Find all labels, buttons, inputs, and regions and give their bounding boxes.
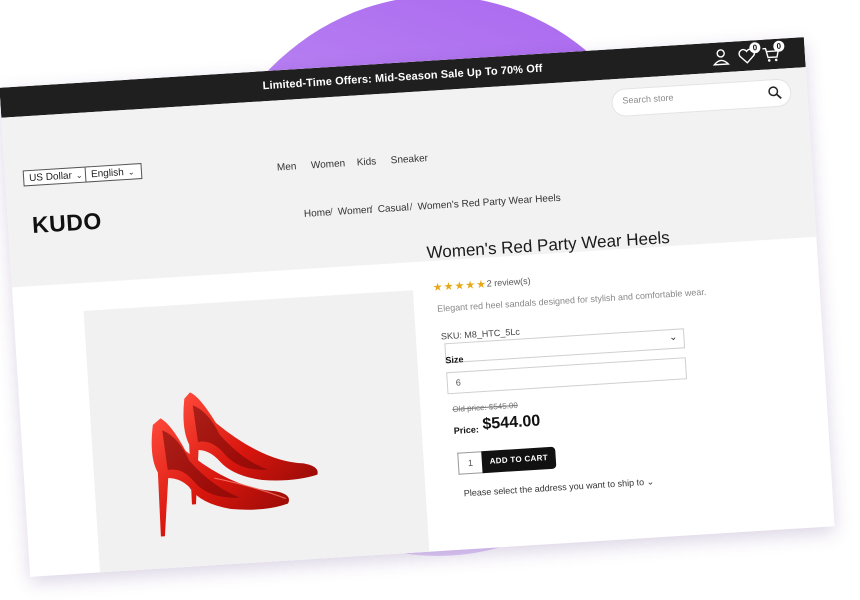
size-label: Size	[445, 354, 464, 366]
red-heels-image	[151, 392, 318, 537]
chevron-down-icon: ⌄	[75, 170, 83, 181]
add-to-cart-button[interactable]: ADD TO CART	[481, 446, 557, 474]
old-price: Old price: $545.00	[452, 400, 519, 414]
logo[interactable]: KUDO	[31, 208, 102, 239]
breadcrumb-separator: /	[329, 207, 334, 219]
chevron-down-icon: ⌄	[646, 476, 655, 487]
price-label: Price:	[453, 424, 480, 436]
breadcrumb-separator: /	[369, 204, 373, 216]
store-page-screenshot: Limited-Time Offers: Mid-Season Sale Up …	[0, 37, 835, 577]
quantity-input[interactable]: 1	[457, 451, 483, 475]
cart-icon[interactable]: 0	[760, 40, 785, 65]
ship-to-dropdown[interactable]: Please select the address you want to sh…	[463, 476, 654, 499]
breadcrumb-current: Women's Red Party Wear Heels	[417, 192, 562, 213]
breadcrumb-home[interactable]: Home	[304, 207, 331, 220]
ship-to-text: Please select the address you want to sh…	[463, 477, 645, 499]
breadcrumb-women[interactable]: Women	[338, 205, 373, 218]
search-input[interactable]: Search store	[610, 78, 793, 118]
language-select[interactable]: English ⌄	[84, 163, 142, 183]
breadcrumb-separator: /	[409, 202, 413, 214]
currency-value: US Dollar	[28, 170, 73, 185]
size-field[interactable]: 6	[446, 357, 688, 395]
chevron-down-icon: ⌄	[127, 167, 135, 177]
nav-item-kids[interactable]: Kids	[356, 156, 376, 168]
heart-icon[interactable]: 0	[736, 41, 761, 66]
reviews-link[interactable]: 2 review(s)	[486, 276, 531, 289]
search-placeholder: Search store	[622, 92, 674, 106]
rating-stars: ★★★★★	[432, 278, 488, 294]
product-price: $544.00	[481, 412, 541, 434]
product-image[interactable]	[83, 290, 430, 573]
breadcrumb-casual[interactable]: Casual	[377, 202, 409, 215]
user-icon[interactable]	[710, 47, 731, 68]
language-value: English	[90, 167, 125, 181]
nav-item-sneaker[interactable]: Sneaker	[390, 153, 428, 166]
search-icon[interactable]	[767, 85, 783, 101]
currency-select[interactable]: US Dollar ⌄	[22, 166, 91, 187]
nav-item-men[interactable]: Men	[277, 161, 297, 173]
nav-item-women[interactable]: Women	[311, 158, 346, 171]
chevron-down-icon: ⌄	[668, 331, 678, 344]
